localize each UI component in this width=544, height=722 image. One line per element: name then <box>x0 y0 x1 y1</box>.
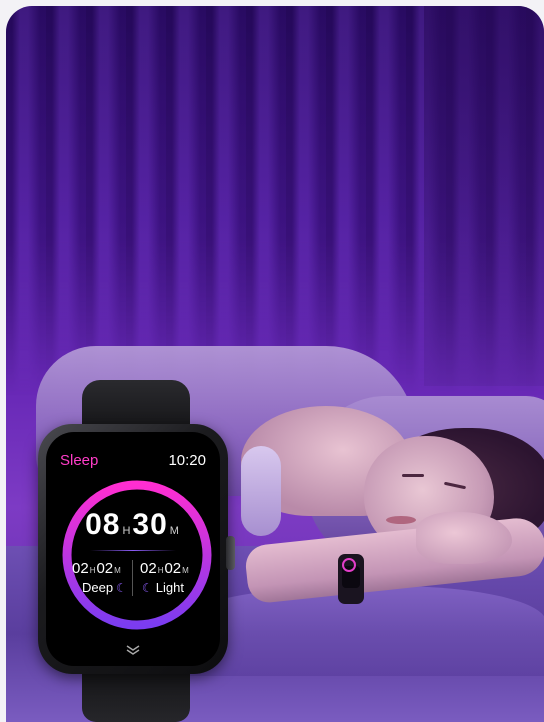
moon-icon: ☾ <box>142 580 153 595</box>
watch-case: Sleep 10:20 08 H30 M 02H02M 02H02M Deep … <box>38 424 228 674</box>
light-minutes: 02 <box>164 560 182 577</box>
moon-icon: ☾ <box>116 580 127 595</box>
deep-sleep-label-row: Deep ☾ <box>82 580 127 595</box>
clock-time: 10:20 <box>168 452 206 469</box>
stats-divider <box>132 560 133 596</box>
light-hours-unit: H <box>157 566 164 575</box>
window-shade <box>424 6 544 386</box>
wrist-watch-ring <box>342 558 356 572</box>
sleep-title: Sleep <box>60 452 99 469</box>
total-minutes: 30 <box>132 508 168 541</box>
light-sleep-duration: 02H02M <box>140 560 190 578</box>
watch-crown-button[interactable] <box>226 536 235 570</box>
total-hours-unit: H <box>122 525 131 537</box>
sleep-progress-ring <box>62 480 212 630</box>
smartwatch: Sleep 10:20 08 H30 M 02H02M 02H02M Deep … <box>38 380 235 722</box>
deep-minutes-unit: M <box>114 566 121 575</box>
closed-eye <box>402 474 424 477</box>
light-hours: 02 <box>140 560 157 577</box>
wrist-smartwatch <box>338 554 364 604</box>
light-label: Light <box>155 580 184 595</box>
ring-divider <box>90 550 176 551</box>
smile <box>386 516 416 524</box>
light-minutes-unit: M <box>182 566 189 575</box>
total-sleep-duration: 08 H30 M <box>46 508 220 542</box>
total-minutes-unit: M <box>169 525 179 537</box>
deep-sleep-duration: 02H02M <box>72 560 122 578</box>
sleeping-woman-top <box>241 446 281 536</box>
deep-minutes: 02 <box>96 560 114 577</box>
chevron-down-icon[interactable] <box>46 644 220 658</box>
deep-hours-unit: H <box>89 566 96 575</box>
deep-label: Deep <box>82 580 114 595</box>
total-hours: 08 <box>85 508 121 541</box>
light-sleep-label-row: ☾ Light <box>142 580 184 595</box>
watch-screen: Sleep 10:20 08 H30 M 02H02M 02H02M Deep … <box>46 432 220 666</box>
deep-hours: 02 <box>72 560 89 577</box>
